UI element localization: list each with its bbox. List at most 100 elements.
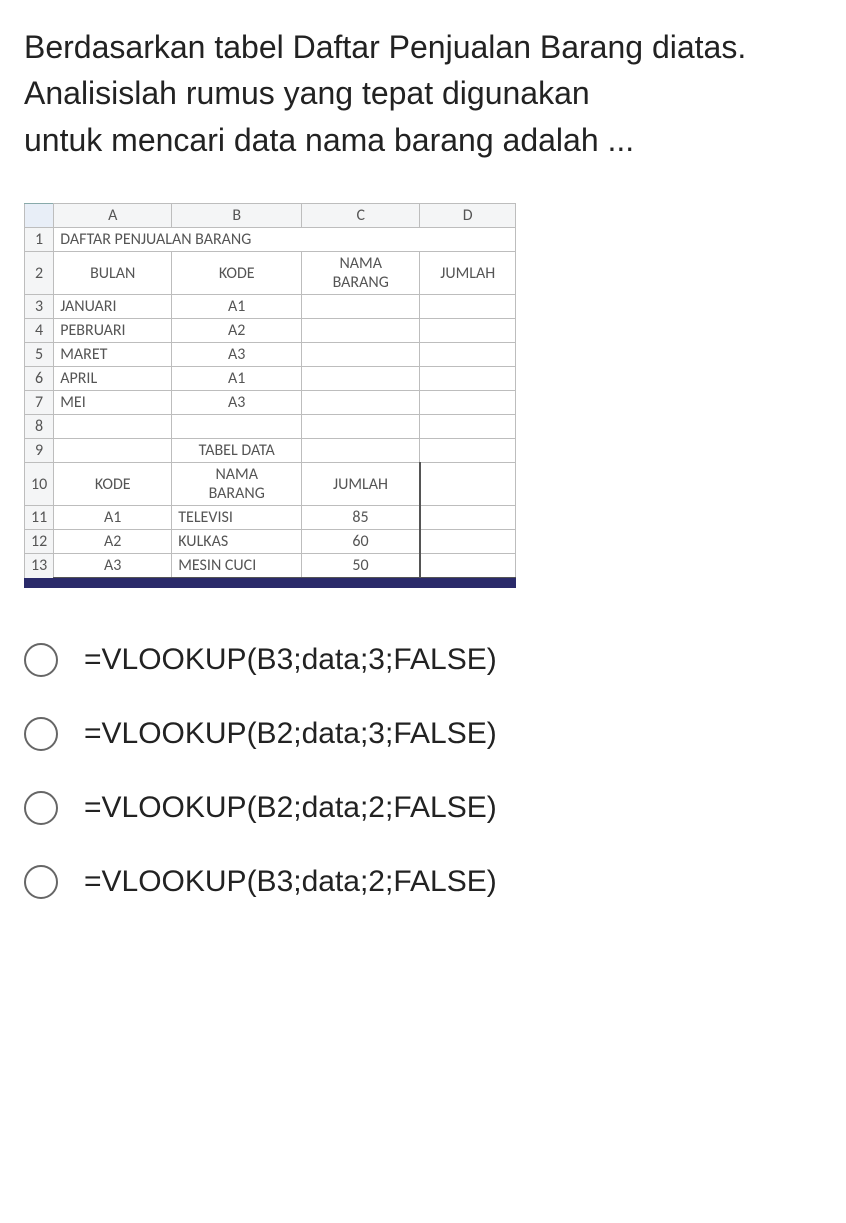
- cell: A1: [54, 506, 172, 530]
- answer-options: =VLOOKUP(B3;data;3;FALSE) =VLOOKUP(B2;da…: [24, 643, 822, 899]
- tabel-data-title: TABEL DATA: [172, 439, 302, 463]
- cell: A2: [172, 319, 302, 343]
- cell: MARET: [54, 343, 172, 367]
- cell: [302, 295, 420, 319]
- radio-icon[interactable]: [24, 865, 58, 899]
- option-label: =VLOOKUP(B2;data;3;FALSE): [84, 717, 497, 751]
- table-row: 5 MARET A3: [25, 343, 516, 367]
- cell: [420, 295, 516, 319]
- column-header-row: A B C D: [25, 204, 516, 228]
- cell: A1: [172, 295, 302, 319]
- title-cell: DAFTAR PENJUALAN BARANG: [54, 228, 516, 252]
- radio-icon[interactable]: [24, 791, 58, 825]
- row-number: 13: [25, 554, 54, 579]
- cell: [420, 319, 516, 343]
- barang-label: BARANG: [333, 273, 389, 292]
- image-bottom-shadow: [24, 578, 516, 588]
- cell: [420, 439, 516, 463]
- cell: [420, 367, 516, 391]
- cell: [302, 343, 420, 367]
- spreadsheet-image: A B C D 1 DAFTAR PENJUALAN BARANG 2 BULA…: [24, 203, 516, 588]
- cell: MESIN CUCI: [172, 554, 302, 579]
- cell: [172, 415, 302, 439]
- col-header-C: C: [302, 204, 420, 228]
- cell: [302, 439, 420, 463]
- table-row: 4 PEBRUARI A2: [25, 319, 516, 343]
- table-row: 7 MEI A3: [25, 391, 516, 415]
- cell: A3: [172, 391, 302, 415]
- cell-nama-barang: NAMA BARANG: [302, 252, 420, 295]
- cell: 85: [302, 506, 420, 530]
- cell: A1: [172, 367, 302, 391]
- cell: [420, 391, 516, 415]
- col-header-D: D: [420, 204, 516, 228]
- cell: JANUARI: [54, 295, 172, 319]
- question-line2: untuk mencari data nama barang adalah ..…: [24, 122, 634, 158]
- option-2[interactable]: =VLOOKUP(B2;data;3;FALSE): [24, 717, 822, 751]
- row-number: 11: [25, 506, 54, 530]
- row-number: 8: [25, 415, 54, 439]
- cell: [302, 367, 420, 391]
- row-number: 10: [25, 463, 54, 506]
- cell: MEI: [54, 391, 172, 415]
- radio-icon[interactable]: [24, 717, 58, 751]
- row-2: 2 BULAN KODE NAMA BARANG JUMLAH: [25, 252, 516, 295]
- cell: [302, 391, 420, 415]
- table-row: 3 JANUARI A1: [25, 295, 516, 319]
- row-number: 7: [25, 391, 54, 415]
- cell: [54, 415, 172, 439]
- cell: [420, 415, 516, 439]
- option-label: =VLOOKUP(B3;data;3;FALSE): [84, 643, 497, 677]
- option-label: =VLOOKUP(B3;data;2;FALSE): [84, 865, 497, 899]
- question-line1: Berdasarkan tabel Daftar Penjualan Baran…: [24, 29, 746, 111]
- cell: TELEVISI: [172, 506, 302, 530]
- cell: [420, 554, 516, 579]
- table-row: 13 A3 MESIN CUCI 50: [25, 554, 516, 579]
- row-9: 9 TABEL DATA: [25, 439, 516, 463]
- spreadsheet-table: A B C D 1 DAFTAR PENJUALAN BARANG 2 BULA…: [24, 203, 516, 579]
- cell: 60: [302, 530, 420, 554]
- row-number: 6: [25, 367, 54, 391]
- cell: PEBRUARI: [54, 319, 172, 343]
- row-10: 10 KODE NAMA BARANG JUMLAH: [25, 463, 516, 506]
- select-all-corner: [25, 204, 54, 228]
- col-header-A: A: [54, 204, 172, 228]
- table-row: 12 A2 KULKAS 60: [25, 530, 516, 554]
- cell: [420, 343, 516, 367]
- cell: [302, 415, 420, 439]
- cell: [420, 506, 516, 530]
- row-number: 4: [25, 319, 54, 343]
- cell-nama-barang2: NAMA BARANG: [172, 463, 302, 506]
- option-1[interactable]: =VLOOKUP(B3;data;3;FALSE): [24, 643, 822, 677]
- row-number: 3: [25, 295, 54, 319]
- cell: APRIL: [54, 367, 172, 391]
- row-number: 9: [25, 439, 54, 463]
- option-label: =VLOOKUP(B2;data;2;FALSE): [84, 791, 497, 825]
- cell-bulan: BULAN: [54, 252, 172, 295]
- cell: [302, 319, 420, 343]
- row-number: 1: [25, 228, 54, 252]
- cell-jumlah2: JUMLAH: [302, 463, 420, 506]
- cell: A3: [172, 343, 302, 367]
- question-text: Berdasarkan tabel Daftar Penjualan Baran…: [24, 24, 822, 163]
- option-3[interactable]: =VLOOKUP(B2;data;2;FALSE): [24, 791, 822, 825]
- radio-icon[interactable]: [24, 643, 58, 677]
- cell: [54, 439, 172, 463]
- row-1: 1 DAFTAR PENJUALAN BARANG: [25, 228, 516, 252]
- cell-kode: KODE: [172, 252, 302, 295]
- row-number: 2: [25, 252, 54, 295]
- cell: A3: [54, 554, 172, 579]
- cell: 50: [302, 554, 420, 579]
- cell: A2: [54, 530, 172, 554]
- cell: [420, 530, 516, 554]
- col-header-B: B: [172, 204, 302, 228]
- cell: KULKAS: [172, 530, 302, 554]
- option-4[interactable]: =VLOOKUP(B3;data;2;FALSE): [24, 865, 822, 899]
- cell: [420, 463, 516, 506]
- cell-jumlah: JUMLAH: [420, 252, 516, 295]
- cell-kode2: KODE: [54, 463, 172, 506]
- row-number: 12: [25, 530, 54, 554]
- table-row: 6 APRIL A1: [25, 367, 516, 391]
- nama-label: NAMA: [339, 254, 382, 273]
- row-number: 5: [25, 343, 54, 367]
